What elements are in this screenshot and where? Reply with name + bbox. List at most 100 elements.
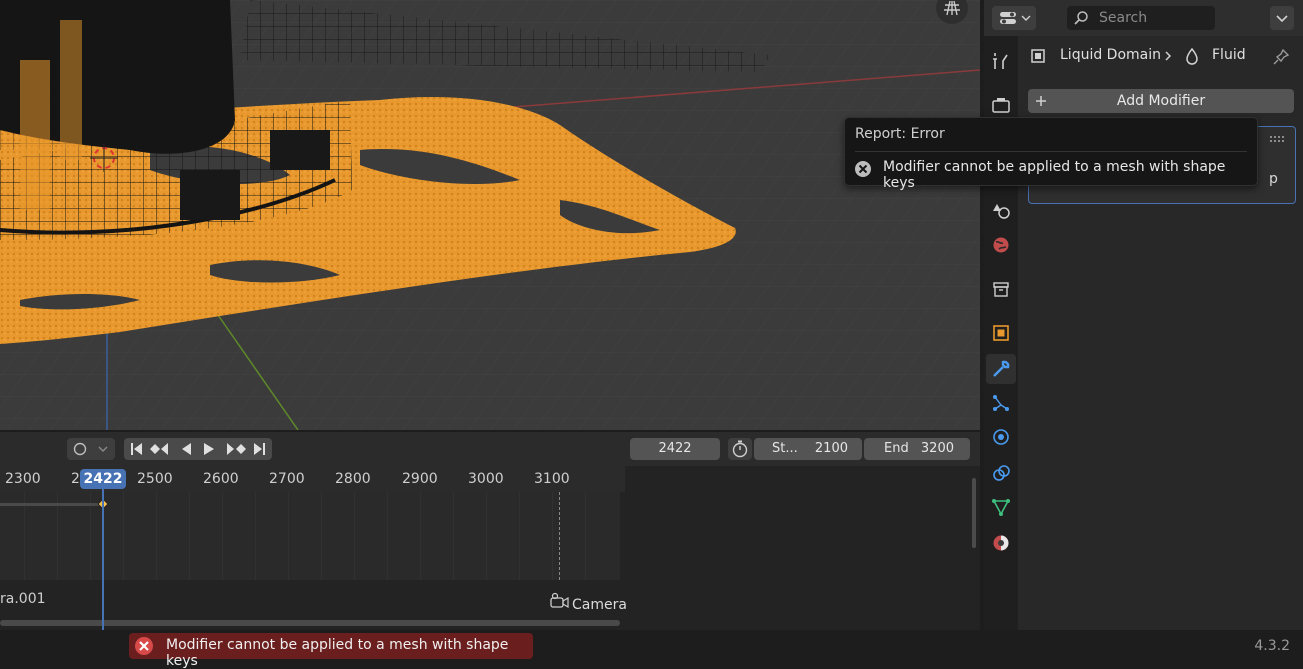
start-frame-value: 2100: [814, 441, 848, 456]
object-icon: [993, 325, 1009, 341]
object-icon: [1031, 49, 1045, 63]
tab-render[interactable]: [986, 90, 1016, 120]
particles-icon: [993, 395, 1009, 411]
timeline-vertical-scrollbar[interactable]: [972, 478, 976, 548]
drag-handle-icon[interactable]: [1269, 135, 1287, 145]
options-dropdown-button[interactable]: [1270, 6, 1294, 30]
error-icon: [855, 161, 871, 177]
current-frame-value: 2422: [658, 441, 692, 456]
fluid-drop-icon: [1186, 47, 1198, 65]
search-icon: [1074, 11, 1088, 25]
timeline-empty-area: [630, 466, 980, 630]
jump-to-keyframe-next-icon[interactable]: [227, 443, 246, 455]
current-frame-field[interactable]: 2422: [630, 438, 720, 460]
jump-to-start-icon[interactable]: [131, 443, 142, 455]
camera-marker-label: Camera: [572, 597, 627, 613]
properties-editor-icon: [1000, 12, 1031, 24]
world-icon: [993, 237, 1009, 253]
timeline-editor[interactable]: 2422 St... 2100 End 3200 2300 2 2500 260…: [0, 432, 980, 631]
editor-type-button[interactable]: [992, 6, 1036, 30]
plus-icon: [1036, 96, 1046, 106]
pin-icon[interactable]: [1272, 48, 1290, 66]
track-object-label: ra.001: [0, 591, 46, 607]
add-modifier-label: Add Modifier: [1116, 93, 1206, 109]
grid-icon: [944, 0, 960, 16]
3d-viewport[interactable]: [0, 0, 980, 430]
ruler-tick-label: 2600: [203, 471, 239, 487]
marker-line: [559, 492, 560, 580]
tab-collection[interactable]: [986, 274, 1016, 304]
scene-icon: [993, 204, 1010, 219]
keyframe-summary-bar: [0, 503, 100, 506]
tab-material[interactable]: [986, 528, 1016, 558]
playhead-line[interactable]: [102, 487, 104, 631]
chevron-right-icon: [1165, 51, 1172, 61]
mesh-data-icon: [992, 499, 1010, 516]
tab-constraints[interactable]: [986, 458, 1016, 488]
tab-modifiers[interactable]: [986, 354, 1016, 384]
start-frame-label: St...: [772, 441, 798, 456]
error-banner-message: Modifier cannot be applied to a mesh wit…: [166, 637, 509, 669]
tooltip-divider: [855, 151, 1247, 152]
collection-icon: [993, 282, 1009, 297]
record-icon: [73, 442, 108, 456]
keyframe-tracks[interactable]: [0, 492, 620, 580]
tab-scene[interactable]: [986, 196, 1016, 226]
timeline-horizontal-scrollbar[interactable]: [0, 620, 620, 626]
play-reverse-icon[interactable]: [182, 443, 191, 455]
tab-world[interactable]: [986, 230, 1016, 260]
jump-to-keyframe-prev-icon[interactable]: [150, 443, 168, 455]
tab-data[interactable]: [986, 492, 1016, 522]
search-placeholder: Search: [1099, 10, 1148, 26]
jump-to-end-icon[interactable]: [254, 443, 265, 455]
breadcrumb-modifier-name: Fluid: [1212, 47, 1246, 63]
ruler-tick-label: 3000: [468, 471, 504, 487]
tab-tool[interactable]: [986, 46, 1016, 76]
play-icon[interactable]: [204, 443, 214, 455]
error-report-tooltip: Report: Error Modifier cannot be applied…: [844, 117, 1258, 191]
stopwatch-icon: [732, 440, 748, 458]
end-frame-value: 3200: [920, 441, 954, 456]
properties-editor: Search Liquid Domain Fluid Add Modifier …: [984, 0, 1303, 630]
timeline-header: 2422 St... 2100 End 3200: [0, 432, 980, 466]
tab-object[interactable]: [986, 318, 1016, 348]
viewport-scene: [0, 0, 980, 430]
camera-marker-icon[interactable]: [549, 592, 571, 612]
frame-ruler[interactable]: 2300 2 2500 2600 2700 2800 2900 3000 310…: [0, 466, 625, 492]
start-frame-field[interactable]: St... 2100: [754, 438, 862, 460]
search-input[interactable]: Search: [1067, 6, 1215, 30]
breadcrumb-object-name: Liquid Domain: [1060, 47, 1162, 63]
ruler-tick-label: 2700: [269, 471, 305, 487]
playback-controls: [124, 438, 272, 460]
preview-range-toggle[interactable]: [728, 438, 752, 460]
ruler-tick-label: 2: [71, 471, 80, 487]
ruler-tick-label: 2800: [335, 471, 371, 487]
tool-icon: [993, 53, 1008, 69]
ruler-tick-label: 2300: [5, 471, 41, 487]
tab-physics[interactable]: [986, 422, 1016, 452]
properties-header: Search: [984, 0, 1303, 36]
error-icon: [135, 637, 153, 655]
auto-keying-button[interactable]: [67, 438, 115, 460]
render-icon: [992, 98, 1010, 113]
version-label: 4.3.2: [1254, 638, 1290, 654]
ruler-tick-label: 2500: [137, 471, 173, 487]
tooltip-message: Modifier cannot be applied to a mesh wit…: [883, 159, 1226, 191]
add-modifier-button[interactable]: Add Modifier: [1028, 89, 1294, 113]
tab-particles[interactable]: [986, 388, 1016, 418]
error-report-banner[interactable]: Modifier cannot be applied to a mesh wit…: [129, 633, 533, 669]
ruler-tick-label: 3100: [534, 471, 570, 487]
current-frame-indicator[interactable]: 2422: [80, 469, 126, 489]
marker-lane[interactable]: ra.001 Camera: [0, 580, 627, 620]
wrench-icon: [993, 360, 1010, 377]
chevron-down-icon: [1276, 15, 1288, 23]
ruler-tick-label: 2900: [402, 471, 438, 487]
panel-partial-text: p: [1269, 171, 1278, 187]
tooltip-title: Report: Error: [855, 126, 945, 142]
constraints-icon: [993, 465, 1010, 481]
material-icon: [993, 535, 1009, 551]
status-bar: Modifier cannot be applied to a mesh wit…: [0, 630, 1303, 669]
physics-icon: [993, 429, 1009, 445]
end-frame-field[interactable]: End 3200: [864, 438, 970, 460]
end-frame-label: End: [884, 441, 909, 456]
